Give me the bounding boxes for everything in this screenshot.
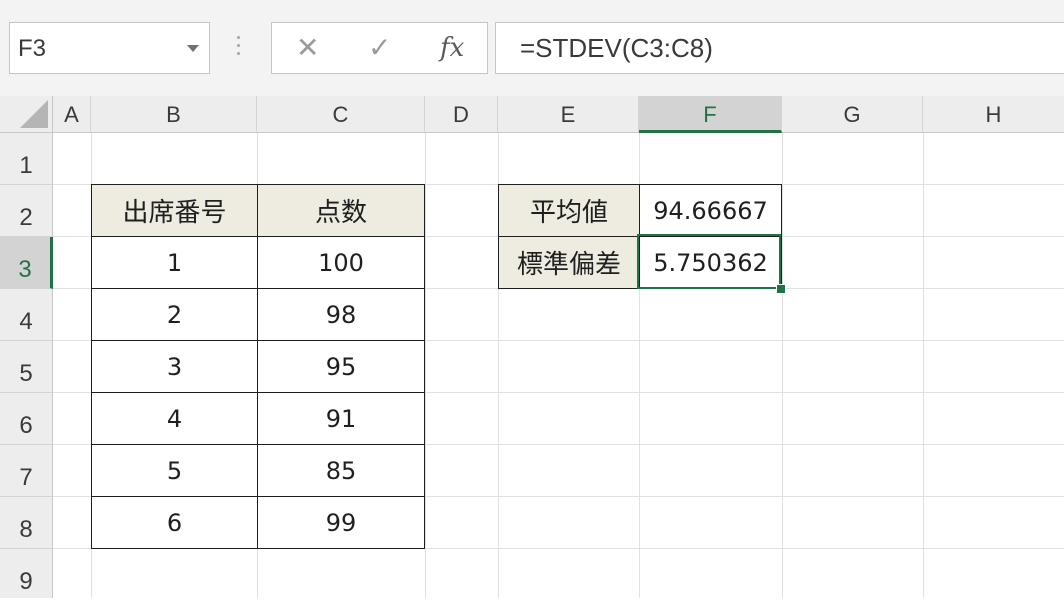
table-cell-number[interactable]: 3: [91, 340, 258, 393]
row-header-8[interactable]: 8: [0, 497, 53, 549]
select-all-triangle-icon: [20, 100, 48, 128]
gridline: [923, 133, 924, 598]
select-all-button[interactable]: [0, 96, 53, 133]
formula-input[interactable]: =STDEV(C3:C8): [495, 22, 1064, 74]
row-header-1[interactable]: 1: [0, 133, 53, 185]
gridline: [425, 133, 426, 598]
name-box[interactable]: F3: [9, 22, 210, 74]
table-cell-number[interactable]: 1: [91, 236, 258, 289]
table-cell-number[interactable]: 2: [91, 288, 258, 341]
row-header-9[interactable]: 9: [0, 549, 53, 598]
row-header-7[interactable]: 7: [0, 445, 53, 497]
cancel-icon[interactable]: ✕: [296, 31, 319, 65]
column-header-e[interactable]: E: [498, 96, 639, 133]
mean-value[interactable]: 94.66667: [639, 184, 782, 237]
column-header-c[interactable]: C: [257, 96, 425, 133]
column-header-b[interactable]: B: [91, 96, 257, 133]
row-header-3[interactable]: 3: [0, 237, 53, 289]
table-cell-score[interactable]: 100: [257, 236, 425, 289]
mean-label[interactable]: 平均値: [498, 184, 640, 237]
column-header-g[interactable]: G: [782, 96, 923, 133]
table-cell-score[interactable]: 85: [257, 444, 425, 497]
drag-handle-icon[interactable]: [236, 36, 242, 60]
stdev-label[interactable]: 標準偏差: [498, 236, 640, 289]
table-cell-number[interactable]: 4: [91, 392, 258, 445]
table-header-score[interactable]: 点数: [257, 184, 425, 237]
row-header-5[interactable]: 5: [0, 341, 53, 393]
formula-buttons: ✕ ✓ fx: [271, 22, 488, 74]
column-header-d[interactable]: D: [425, 96, 498, 133]
column-header-f[interactable]: F: [639, 96, 782, 133]
row-header-6[interactable]: 6: [0, 393, 53, 445]
stdev-value[interactable]: 5.750362: [639, 236, 782, 289]
table-header-attendance-number[interactable]: 出席番号: [91, 184, 258, 237]
formula-bar: F3 ✕ ✓ fx =STDEV(C3:C8): [0, 0, 1064, 96]
table-cell-number[interactable]: 5: [91, 444, 258, 497]
table-cell-score[interactable]: 95: [257, 340, 425, 393]
row-header-2[interactable]: 2: [0, 185, 53, 237]
formula-text: =STDEV(C3:C8): [520, 33, 713, 63]
column-header-a[interactable]: A: [53, 96, 91, 133]
table-cell-score[interactable]: 98: [257, 288, 425, 341]
insert-function-icon[interactable]: fx: [440, 31, 464, 65]
column-header-h[interactable]: H: [923, 96, 1064, 133]
chevron-down-icon[interactable]: [187, 45, 199, 52]
row-header-4[interactable]: 4: [0, 289, 53, 341]
fill-handle[interactable]: [776, 284, 786, 294]
gridline: [782, 133, 783, 598]
name-box-value: F3: [18, 35, 47, 62]
table-cell-score[interactable]: 99: [257, 496, 425, 549]
table-cell-score[interactable]: 91: [257, 392, 425, 445]
enter-icon[interactable]: ✓: [368, 31, 391, 65]
table-cell-number[interactable]: 6: [91, 496, 258, 549]
